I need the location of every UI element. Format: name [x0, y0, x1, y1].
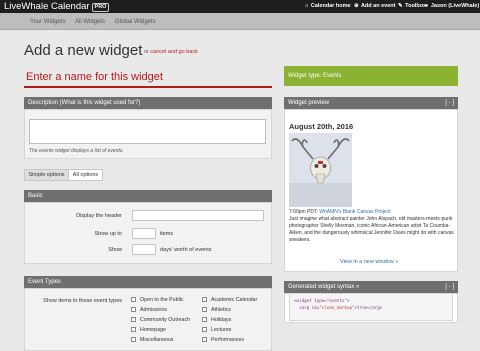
- checkbox-label: Academic Calendar: [211, 297, 258, 303]
- description-helper: The events widget displays a list of eve…: [29, 148, 124, 154]
- checkbox[interactable]: [202, 327, 207, 332]
- show-up-to-label: Show up to: [94, 231, 122, 237]
- tab-all-widgets[interactable]: All Widgets: [75, 18, 105, 26]
- basic-header: Basic: [24, 190, 272, 202]
- event-description: Just imagine what abstract painter John …: [289, 216, 454, 243]
- event-type-checkbox[interactable]: Miscellaneous: [131, 337, 174, 344]
- checkbox[interactable]: [202, 297, 207, 302]
- event-type-checkbox[interactable]: Admissions: [131, 307, 167, 314]
- checkbox[interactable]: [131, 327, 136, 332]
- syntax-line-2c: >true</arg>: [354, 305, 383, 310]
- show-days-suffix: days' worth of events: [160, 247, 212, 253]
- tab-global-widgets[interactable]: Global Widgets: [115, 18, 156, 26]
- plus-circle-icon: ⊕: [354, 3, 359, 9]
- event-type-checkbox[interactable]: Lectures: [202, 327, 231, 334]
- show-up-to-suffix: items: [160, 231, 174, 237]
- checkbox-label: Miscellaneous: [140, 337, 174, 343]
- event-type-checkbox[interactable]: Holidays: [202, 317, 231, 324]
- top-bar: LiveWhale Calendar PRO ⌂ Calendar home ⊕ …: [0, 0, 480, 13]
- event-time: 7:00pm PDT:: [289, 209, 318, 215]
- pro-badge: PRO: [91, 3, 110, 12]
- event-type-checkbox[interactable]: Academic Calendar: [202, 297, 257, 304]
- brand-name: LiveWhale Calendar: [4, 1, 90, 12]
- checkbox[interactable]: [131, 337, 136, 342]
- checkbox-label: Homepage: [140, 327, 166, 333]
- tab-your-widgets[interactable]: Your Widgets: [30, 18, 65, 26]
- checkbox-label: Admissions: [140, 307, 168, 313]
- home-icon: ⌂: [305, 3, 309, 9]
- user-menu[interactable]: ● Jason (LiveWhale): [425, 2, 479, 11]
- widget-name-field[interactable]: Enter a name for this widget: [24, 66, 272, 88]
- description-header: Description (What is this widget used fo…: [24, 97, 272, 109]
- app-logo[interactable]: LiveWhale Calendar PRO: [4, 1, 110, 12]
- checkbox-label: Lectures: [211, 327, 232, 333]
- event-type-checkbox[interactable]: Performances: [202, 337, 244, 344]
- collapse-preview-button[interactable]: [ - ]: [445, 97, 454, 109]
- event-type-checkbox[interactable]: Open to the Public: [131, 297, 184, 304]
- show-days-input[interactable]: [132, 244, 156, 255]
- add-event-label: Add an event: [360, 3, 396, 9]
- checkbox[interactable]: [131, 307, 136, 312]
- preview-header-label: Widget preview: [288, 100, 330, 106]
- checkbox-label: Holidays: [211, 317, 232, 323]
- widgets-subnav: Your Widgets All Widgets Global Widgets: [0, 13, 480, 30]
- tab-simple-options[interactable]: Simple options: [24, 169, 69, 181]
- tab-all-options[interactable]: All options: [68, 169, 103, 181]
- collapse-syntax-button[interactable]: [ - ]: [445, 281, 454, 293]
- preview-header: Widget preview [ - ]: [284, 97, 458, 109]
- syntax-header-label[interactable]: Generated widget syntax »: [288, 284, 359, 290]
- checkbox-label: Open to the Public: [140, 297, 184, 303]
- toolbox-label: Toolbox: [405, 3, 427, 9]
- checkbox[interactable]: [131, 317, 136, 322]
- toolbox-link[interactable]: ✎ Toolbox: [398, 2, 426, 11]
- syntax-line-2b: "clean_markup": [319, 305, 355, 310]
- event-type-checkbox[interactable]: Community Outreach: [131, 317, 190, 324]
- preview-date: August 20th, 2016: [289, 122, 354, 131]
- preview-event-info: 7:00pm PDT: WhAMN's Blank Canvas Project…: [289, 209, 455, 244]
- display-header-input[interactable]: [132, 210, 264, 221]
- add-event-link[interactable]: ⊕ Add an event: [354, 2, 395, 11]
- checkbox[interactable]: [131, 297, 136, 302]
- description-textarea[interactable]: [29, 119, 266, 144]
- calendar-home-link[interactable]: ⌂ Calendar home: [305, 2, 351, 11]
- event-type-checkbox[interactable]: Athletics: [202, 307, 231, 314]
- cancel-link[interactable]: cancel and go back: [150, 49, 197, 55]
- calendar-home-label: Calendar home: [310, 3, 351, 9]
- widget-name-placeholder: Enter a name for this widget: [26, 71, 163, 83]
- checkbox-label: Athletics: [211, 307, 232, 313]
- syntax-header: Generated widget syntax » [ - ]: [284, 281, 458, 293]
- checkbox-label: Community Outreach: [140, 317, 191, 323]
- syntax-line-2a: <arg id=: [294, 305, 320, 310]
- event-title-link[interactable]: WhAMN's Blank Canvas Project: [319, 209, 390, 215]
- widget-type-label: Widget type: Events: [288, 73, 342, 79]
- show-days-label: Show: [108, 247, 122, 253]
- show-up-to-input[interactable]: [132, 228, 156, 239]
- display-header-label: Display the header: [76, 213, 122, 219]
- checkbox[interactable]: [202, 317, 207, 322]
- view-new-window-link[interactable]: View in a new window »: [340, 258, 398, 266]
- wrench-icon: ✎: [398, 3, 403, 9]
- page-title: Add a new widget: [24, 42, 143, 59]
- widget-syntax-code[interactable]: <widget type="events"> <arg id="clean_ma…: [289, 293, 453, 321]
- event-image: [289, 133, 352, 207]
- user-name: Jason (LiveWhale): [430, 3, 480, 9]
- checkbox[interactable]: [202, 337, 207, 342]
- user-icon: ●: [425, 3, 429, 9]
- cancel-prefix: or: [144, 49, 149, 55]
- event-type-checkbox[interactable]: Homepage: [131, 327, 166, 334]
- widget-type-bar: Widget type: Events: [284, 66, 458, 86]
- checkbox-label: Performances: [211, 337, 244, 343]
- event-types-header: Event Types: [24, 276, 272, 288]
- event-types-label: Show items in these event types: [43, 298, 122, 304]
- checkbox[interactable]: [202, 307, 207, 312]
- cancel-area: or cancel and go back: [144, 48, 198, 56]
- syntax-line-1: <widget type="events">: [294, 298, 350, 303]
